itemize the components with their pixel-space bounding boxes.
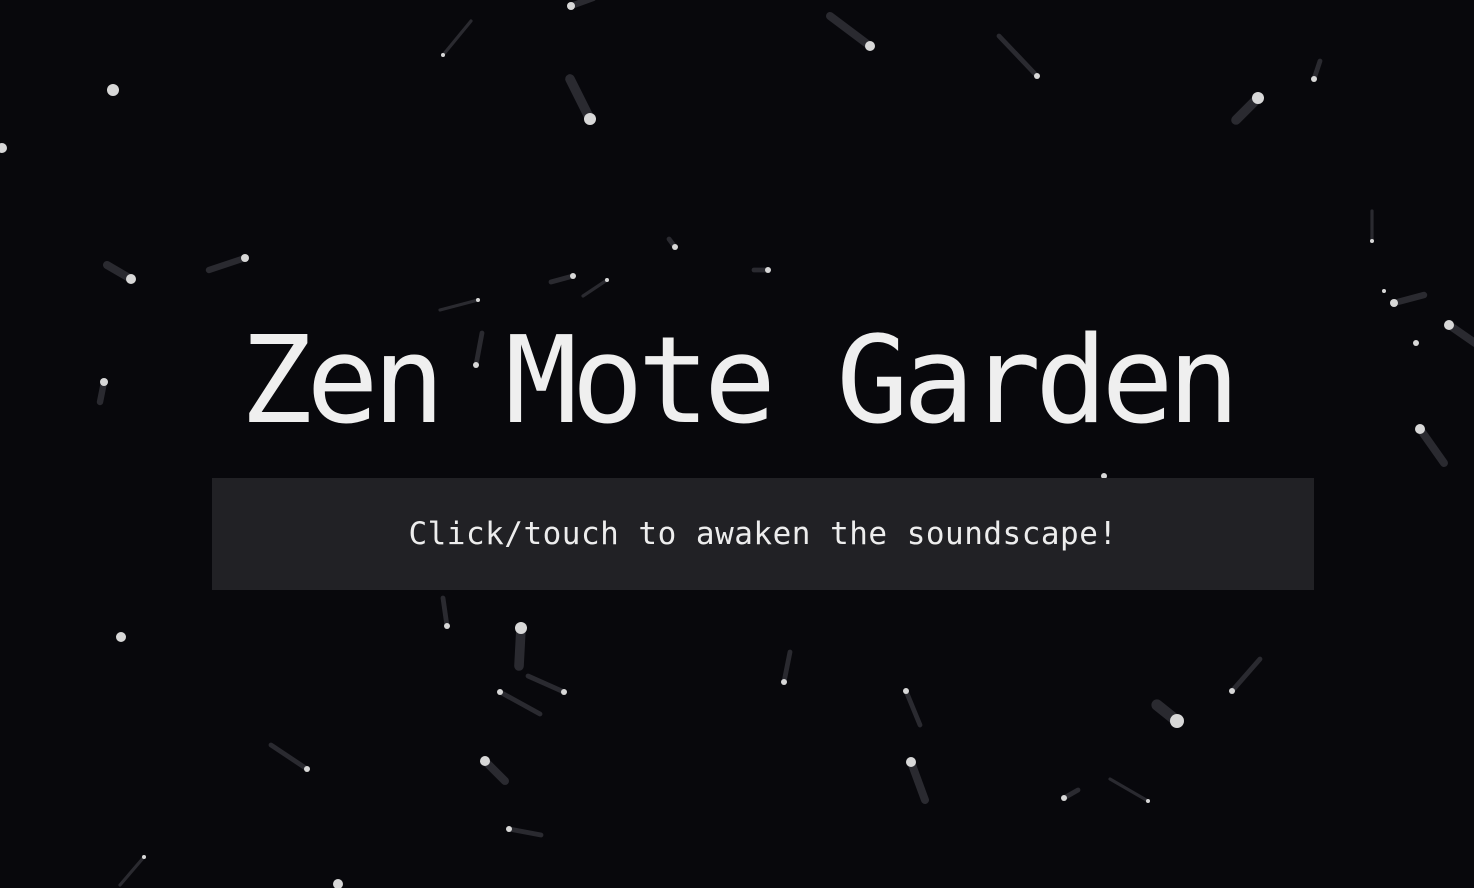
mote: [440, 595, 450, 629]
mote: [268, 742, 310, 772]
mote: [107, 84, 119, 96]
mote: [781, 649, 793, 685]
glowing-dot-icon: [506, 826, 512, 832]
mote: [826, 12, 875, 51]
awaken-soundscape-button[interactable]: Click/touch to awaken the soundscape!: [212, 478, 1314, 590]
glowing-dot-icon: [561, 689, 567, 695]
mote-trail: [581, 278, 609, 298]
mote-trail: [441, 19, 473, 57]
mote-trail: [506, 826, 544, 838]
glowing-dot-icon: [1229, 688, 1235, 694]
glowing-dot-icon: [567, 2, 575, 10]
mote: [751, 267, 771, 273]
glowing-dot-icon: [0, 143, 7, 153]
mote: [581, 278, 609, 298]
glowing-dot-icon: [304, 766, 310, 772]
mote-trail: [440, 595, 450, 629]
mote-trail: [826, 12, 874, 50]
glowing-dot-icon: [1170, 714, 1184, 728]
zen-garden-canvas[interactable]: Zen Mote Garden Click/touch to awaken th…: [0, 0, 1474, 888]
mote-trail: [1390, 291, 1428, 307]
mote: [1151, 699, 1184, 728]
glowing-dot-icon: [781, 679, 787, 685]
mote: [1382, 289, 1386, 293]
glowing-dot-icon: [480, 756, 490, 766]
glowing-dot-icon: [605, 278, 609, 282]
mote-trail: [118, 855, 146, 887]
mote-trail: [1108, 777, 1150, 803]
glowing-dot-icon: [1311, 76, 1317, 82]
mote: [333, 879, 343, 888]
glowing-dot-icon: [241, 254, 249, 262]
glowing-dot-icon: [126, 274, 136, 284]
mote-trail: [438, 298, 480, 312]
glowing-dot-icon: [765, 267, 771, 273]
mote-trail: [781, 649, 793, 685]
glowing-dot-icon: [142, 855, 146, 859]
glowing-dot-icon: [903, 688, 909, 694]
glowing-dot-icon: [515, 622, 527, 634]
mote-trail: [565, 74, 595, 124]
glowing-dot-icon: [333, 879, 343, 888]
mote: [205, 254, 249, 274]
mote: [1229, 656, 1263, 694]
glowing-dot-icon: [906, 757, 916, 767]
mote: [1231, 92, 1264, 125]
mote-trail: [907, 758, 929, 804]
glowing-dot-icon: [116, 632, 126, 642]
mote-trail: [205, 254, 249, 274]
mote: [116, 632, 126, 642]
mote: [567, 0, 596, 10]
mote: [1311, 58, 1323, 82]
glowing-dot-icon: [1370, 239, 1374, 243]
mote-trail: [525, 673, 567, 695]
glowing-dot-icon: [584, 113, 596, 125]
glowing-dot-icon: [865, 41, 875, 51]
mote-trail: [903, 688, 923, 728]
glowing-dot-icon: [497, 689, 503, 695]
mote: [0, 143, 7, 153]
glowing-dot-icon: [444, 623, 450, 629]
mote: [903, 688, 923, 728]
mote: [480, 756, 509, 785]
glowing-dot-icon: [1061, 795, 1067, 801]
mote: [1108, 777, 1150, 803]
mote: [565, 74, 596, 125]
mote: [438, 298, 480, 312]
mote: [514, 622, 527, 671]
mote-trail: [996, 33, 1040, 79]
glowing-dot-icon: [672, 244, 678, 250]
glowing-dot-icon: [441, 53, 445, 57]
glowing-dot-icon: [570, 273, 576, 279]
glowing-dot-icon: [107, 84, 119, 96]
mote: [441, 19, 473, 57]
mote: [525, 673, 567, 695]
mote-trail: [1229, 656, 1263, 694]
mote-trail: [497, 689, 543, 717]
glowing-dot-icon: [1252, 92, 1264, 104]
mote: [548, 273, 576, 285]
mote: [1390, 291, 1428, 307]
mote: [1061, 787, 1081, 801]
glowing-dot-icon: [1034, 73, 1040, 79]
mote: [906, 757, 929, 804]
mote: [506, 826, 544, 838]
glowing-dot-icon: [1390, 299, 1398, 307]
glowing-dot-icon: [1382, 289, 1386, 293]
glowing-dot-icon: [476, 298, 480, 302]
mote: [996, 33, 1040, 79]
glowing-dot-icon: [1146, 799, 1150, 803]
mote: [1370, 209, 1374, 243]
mote-trail: [548, 273, 576, 285]
awaken-prompt-label: Click/touch to awaken the soundscape!: [408, 516, 1118, 552]
mote: [103, 261, 136, 284]
app-title: Zen Mote Garden: [240, 312, 1240, 451]
mote: [497, 689, 543, 717]
mote: [118, 855, 146, 887]
mote-trail: [268, 742, 310, 772]
mote: [666, 236, 678, 250]
